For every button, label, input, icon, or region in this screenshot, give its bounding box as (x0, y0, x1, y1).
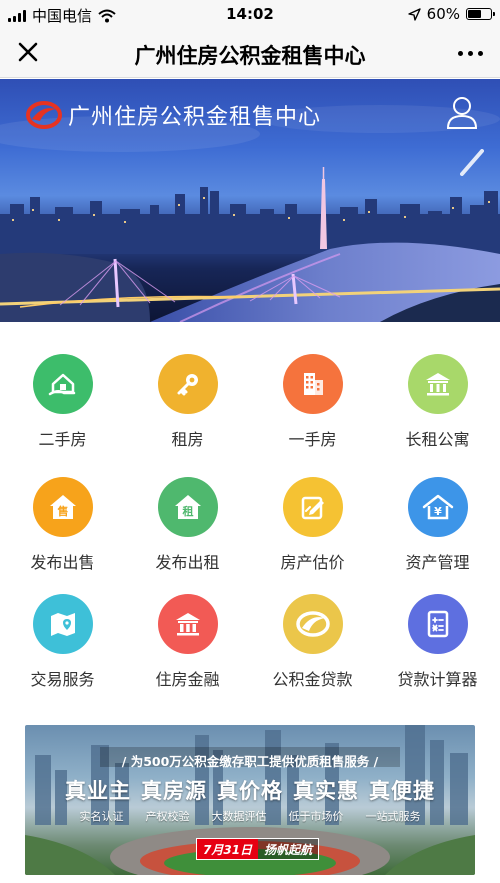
promo-launch: 扬帆起航 (258, 839, 319, 859)
service-label: 发布出租 (155, 553, 220, 572)
promo-slogans: 真业主 真房源 真价格 真实惠 真便捷 (25, 775, 475, 805)
service-label: 住房金融 (155, 670, 220, 689)
nav-title: 广州住房公积金租售中心 (134, 44, 366, 68)
key-icon (157, 354, 218, 414)
service-housing-finance[interactable]: 住房金融 (125, 594, 250, 704)
service-label: 贷款计算器 (397, 670, 478, 689)
service-label: 租房 (171, 430, 204, 449)
service-second-hand-house[interactable]: 二手房 (0, 354, 125, 464)
map-pin-icon (32, 594, 93, 654)
service-long-rent-apartment[interactable]: 长租公寓 (375, 354, 500, 464)
service-property-valuation[interactable]: 房产估价 (250, 477, 375, 587)
nav-bar: 广州住房公积金租售中心 (0, 28, 500, 78)
promo-subtitles: 实名认证 产权校验 大数据评估 低于市场价 一站式服务 (25, 808, 475, 824)
promo-banner[interactable]: / 为500万公积金缴存职工提供优质租售服务 / 真业主 真房源 真价格 真实惠… (25, 725, 475, 875)
service-new-house[interactable]: 一手房 (250, 354, 375, 464)
service-rent[interactable]: 租房 (125, 354, 250, 464)
service-label: 交易服务 (30, 670, 95, 689)
promo-slogan: 真实惠 (293, 779, 359, 803)
promo-date-badge: 7月31日 扬帆起航 (196, 838, 320, 860)
rent-house-icon: 租 (157, 477, 218, 537)
status-bar: 中国电信 14:02 60% (0, 0, 500, 28)
hero-logo: 广州住房公积金租售中心 (26, 99, 321, 131)
battery-icon (466, 8, 495, 20)
service-label: 一手房 (288, 430, 337, 449)
logo-icon (26, 101, 62, 129)
building-icon (282, 354, 343, 414)
service-label: 资产管理 (405, 553, 470, 572)
calculator-icon (407, 594, 468, 654)
battery-fill (468, 10, 482, 18)
service-loan-calculator[interactable]: 贷款计算器 (375, 594, 500, 704)
service-publish-sale[interactable]: 售 发布出售 (0, 477, 125, 587)
promo-tagline: / 为500万公积金缴存职工提供优质租售服务 / (121, 754, 379, 769)
edit-icon (282, 477, 343, 537)
service-asset-management[interactable]: ¥ 资产管理 (375, 477, 500, 587)
battery-percent: 60% (426, 5, 460, 23)
promo-slogan: 真价格 (217, 779, 283, 803)
hero-title: 广州住房公积金租售中心 (68, 105, 322, 130)
close-icon[interactable] (14, 39, 44, 67)
promo-subtitle: 实名认证 (79, 810, 124, 823)
service-label: 房产估价 (280, 553, 345, 572)
service-publish-rent[interactable]: 租 发布出租 (125, 477, 250, 587)
more-dots-icon[interactable] (452, 39, 488, 67)
yen-glyph: ¥ (434, 505, 442, 518)
sale-glyph: 售 (56, 504, 68, 518)
bank-icon (407, 354, 468, 414)
service-label: 公积金贷款 (272, 670, 353, 689)
yen-house-icon: ¥ (407, 477, 468, 537)
service-label: 发布出售 (30, 553, 95, 572)
house-hand-icon (32, 354, 93, 414)
promo-subtitle: 产权校验 (145, 810, 190, 823)
user-icon[interactable] (446, 95, 478, 129)
service-label: 长租公寓 (405, 430, 470, 449)
service-fund-loan[interactable]: 公积金贷款 (250, 594, 375, 704)
location-arrow-icon (407, 7, 421, 21)
sale-house-icon: 售 (32, 477, 93, 537)
promo-subtitle: 大数据评估 (211, 810, 267, 823)
rent-glyph: 租 (182, 505, 193, 518)
fund-logo-icon (282, 594, 343, 654)
bank-building-icon (157, 594, 218, 654)
promo-slogan: 真房源 (141, 779, 207, 803)
promo-subtitle: 一站式服务 (365, 810, 421, 823)
promo-slogan: 真业主 (65, 779, 131, 803)
hero-banner: 广州住房公积金租售中心 (0, 79, 500, 322)
service-transaction[interactable]: 交易服务 (0, 594, 125, 704)
status-right: 60% (407, 5, 495, 23)
service-label: 二手房 (38, 430, 87, 449)
promo-date: 7月31日 (197, 839, 259, 859)
promo-slogan: 真便捷 (369, 779, 435, 803)
promo-subtitle: 低于市场价 (288, 810, 344, 823)
